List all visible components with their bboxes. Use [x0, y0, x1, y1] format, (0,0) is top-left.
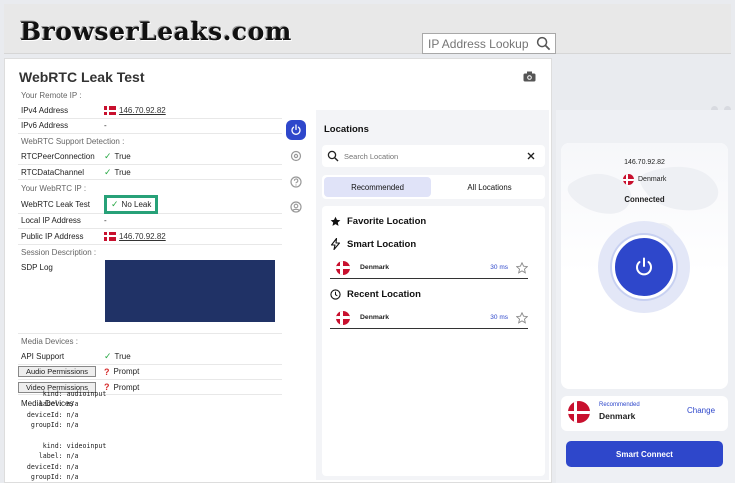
row-leak-test: WebRTC Leak Test ✓ No Leak	[18, 194, 282, 214]
check-icon: ✓	[104, 166, 112, 177]
row-ipv4: IPv4 Address 146.70.92.82	[18, 103, 282, 119]
denmark-flag-icon	[336, 310, 350, 325]
audio-permissions-button[interactable]: Audio Permissions	[18, 366, 96, 378]
recent-location-item[interactable]: Denmark 30 ms	[330, 307, 528, 329]
favorite-location-heading: Favorite Location	[330, 216, 426, 227]
check-icon: ✓	[111, 198, 119, 209]
site-header: BrowserLeaks.com	[4, 4, 731, 54]
denmark-flag-icon	[568, 401, 590, 423]
section-remote-ip: Your Remote IP :	[18, 88, 282, 104]
rail-power-button[interactable]	[286, 120, 306, 140]
ip-lookup-search[interactable]	[422, 33, 556, 54]
public-ip-link[interactable]: 146.70.92.82	[119, 232, 166, 241]
smart-connect-button[interactable]: Smart Connect	[566, 441, 723, 467]
section-support: WebRTC Support Detection :	[18, 134, 282, 150]
location-tabs: Recommended All Locations	[322, 175, 545, 199]
connected-ip: 146.70.92.82	[624, 159, 665, 166]
power-icon	[636, 257, 652, 276]
camera-icon[interactable]	[523, 71, 536, 82]
row-public-ip: Public IP Address 146.70.92.82	[18, 229, 282, 245]
main-power-button[interactable]	[612, 235, 676, 299]
page-title: WebRTC Leak Test	[19, 69, 145, 85]
close-icon[interactable]	[527, 152, 535, 160]
tab-recommended[interactable]: Recommended	[324, 177, 431, 197]
change-location-link[interactable]: Change	[687, 406, 715, 415]
denmark-flag-icon	[336, 260, 350, 275]
power-ring	[598, 221, 690, 313]
recommended-location-card: Recommended Denmark Change	[561, 396, 728, 431]
lightning-icon	[330, 238, 341, 250]
star-icon	[330, 216, 341, 226]
row-rtcpeerconnection: RTCPeerConnection ✓ True	[18, 150, 282, 165]
media-devices-dump: kind: audioinput label: n/a deviceId: n/…	[26, 390, 107, 482]
vpn-side-rail	[282, 116, 308, 474]
row-audio-permissions: Audio Permissions? Prompt	[18, 365, 282, 381]
smart-location-item[interactable]: Denmark 30 ms	[330, 257, 528, 279]
connection-status-card: 146.70.92.82 Denmark Connected	[561, 143, 728, 389]
check-icon: ✓	[104, 151, 112, 162]
section-webrtc-ip: Your WebRTC IP :	[18, 180, 282, 196]
help-icon[interactable]	[290, 176, 302, 188]
search-icon	[327, 150, 339, 162]
recent-location-heading: Recent Location	[330, 289, 421, 300]
sdp-log-box	[105, 260, 275, 322]
clock-icon	[330, 289, 341, 300]
connected-country: Denmark	[623, 174, 666, 185]
ip-lookup-input[interactable]	[423, 36, 533, 51]
connection-status: Connected	[624, 195, 665, 204]
row-api-support: API Support ✓ True	[18, 349, 282, 365]
site-logo[interactable]: BrowserLeaks.com	[20, 16, 291, 46]
settings-icon[interactable]	[290, 150, 302, 162]
section-media: Media Devices :	[18, 333, 282, 350]
question-icon: ?	[104, 366, 110, 377]
check-icon: ✓	[104, 350, 112, 361]
results-table: Your Remote IP : IPv4 Address 146.70.92.8…	[18, 88, 282, 411]
locations-title: Locations	[324, 124, 369, 135]
denmark-flag-icon	[623, 174, 634, 185]
account-icon[interactable]	[290, 201, 302, 213]
power-icon	[291, 124, 301, 135]
smart-location-heading: Smart Location	[330, 238, 416, 250]
denmark-flag-icon	[104, 231, 116, 241]
row-local-ip: Local IP Address -	[18, 214, 282, 230]
denmark-flag-icon	[104, 106, 116, 116]
location-search[interactable]	[322, 145, 545, 167]
section-sdp: Session Description :	[18, 244, 282, 260]
row-rtcdatachannel: RTCDataChannel ✓ True	[18, 165, 282, 181]
location-search-input[interactable]	[344, 151, 514, 161]
star-outline-icon[interactable]	[516, 261, 528, 274]
tab-all-locations[interactable]: All Locations	[436, 177, 543, 197]
row-ipv6: IPv6 Address -	[18, 119, 282, 135]
ipv4-link[interactable]: 146.70.92.82	[119, 106, 166, 115]
no-leak-badge: ✓ No Leak	[104, 194, 159, 214]
search-icon[interactable]	[536, 36, 551, 51]
star-outline-icon[interactable]	[516, 311, 528, 324]
